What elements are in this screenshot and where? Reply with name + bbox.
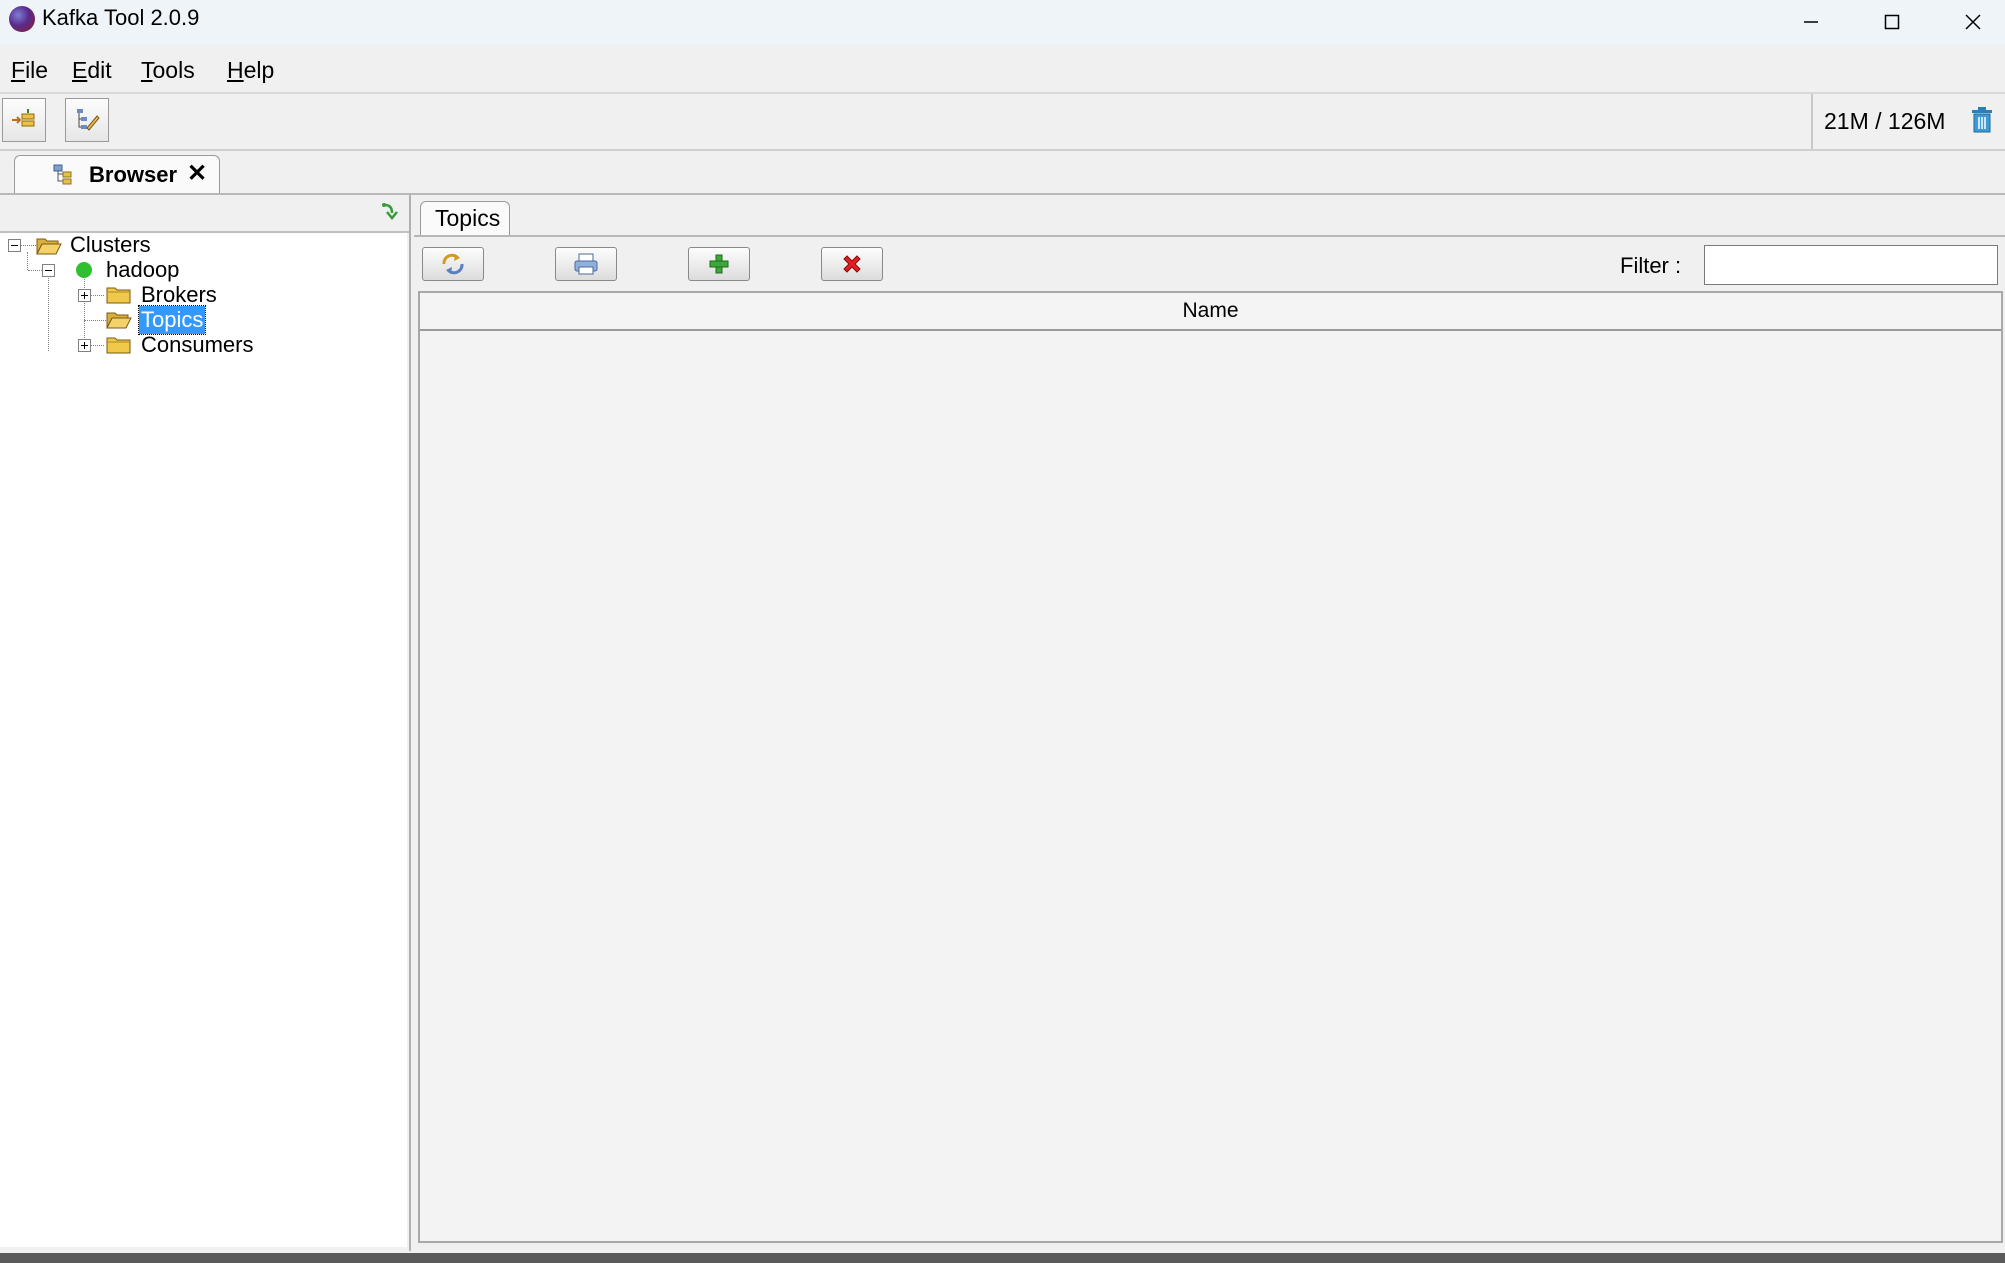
- folder-icon: [106, 287, 131, 304]
- tree-node-consumers[interactable]: Consumers: [141, 331, 253, 359]
- tab-browser-label: Browser: [89, 162, 178, 187]
- title-bar: Kafka Tool 2.0.9: [0, 0, 2005, 44]
- plus-icon: [709, 254, 729, 274]
- memory-usage: 21M / 126M: [1824, 108, 1946, 134]
- add-connection-button[interactable]: [2, 98, 46, 142]
- tree-line: [90, 345, 104, 346]
- browser-tree-icon: [53, 164, 72, 185]
- toolbar-separator: [1811, 94, 1813, 149]
- delete-icon: [843, 255, 861, 273]
- menu-file-label: ile: [25, 57, 49, 83]
- topics-table: Name: [418, 291, 2003, 1243]
- tab-topics[interactable]: Topics: [420, 201, 510, 235]
- tree-node-brokers[interactable]: Brokers: [141, 281, 217, 309]
- tree-edit-icon: [77, 109, 100, 131]
- document-tabs: Browser ✕: [0, 151, 2005, 195]
- cluster-connected-icon: [76, 262, 92, 278]
- collapse-toggle[interactable]: [42, 264, 55, 277]
- edit-settings-button[interactable]: [65, 98, 109, 142]
- delete-topic-button[interactable]: [821, 247, 883, 281]
- menu-tools-mnemonic: T: [141, 57, 153, 83]
- print-button[interactable]: [555, 247, 617, 281]
- tab-close-icon[interactable]: ✕: [187, 160, 207, 188]
- garbage-collect-button[interactable]: [1970, 106, 1994, 139]
- tree-line: [20, 245, 36, 246]
- refresh-button[interactable]: [422, 247, 484, 281]
- collapse-toggle[interactable]: [8, 239, 21, 252]
- close-window-button[interactable]: [1933, 0, 2005, 44]
- folder-open-icon: [106, 312, 132, 329]
- menu-edit[interactable]: Edit: [72, 56, 112, 84]
- cluster-tree: Clusters hadoop Brokers Topics Consumers: [0, 231, 407, 1247]
- bottom-border: [0, 1253, 2005, 1263]
- collapse-tree-icon[interactable]: [380, 201, 402, 223]
- filter-label: Filter :: [1620, 253, 1682, 278]
- cluster-browser-panel: Clusters hadoop Brokers Topics Consumers: [0, 195, 411, 1251]
- tree-header: [0, 195, 409, 233]
- menu-file-mnemonic: F: [11, 57, 26, 83]
- filter-input[interactable]: [1704, 245, 1998, 285]
- tab-topics-label: Topics: [435, 205, 501, 231]
- tab-divider: [414, 235, 2005, 237]
- print-icon: [574, 253, 598, 275]
- minimize-button[interactable]: [1771, 0, 1851, 44]
- menu-tools[interactable]: Tools: [141, 56, 195, 84]
- connect-icon: [12, 109, 35, 127]
- trash-icon: [1972, 107, 1992, 133]
- menu-help[interactable]: Help: [227, 56, 274, 84]
- folder-open-icon: [36, 238, 62, 255]
- tree-line: [90, 295, 104, 296]
- tree-node-clusters[interactable]: Clusters: [70, 231, 151, 259]
- tree-node-cluster[interactable]: hadoop: [106, 256, 179, 284]
- expand-toggle[interactable]: [78, 339, 91, 352]
- menu-edit-mnemonic: E: [72, 57, 88, 83]
- tree-line: [84, 320, 106, 321]
- maximize-icon: [1884, 14, 1900, 30]
- expand-toggle[interactable]: [78, 289, 91, 302]
- menu-edit-label: dit: [87, 57, 112, 83]
- menu-bar: File Edit Tools Help: [0, 44, 2005, 94]
- close-icon: [1965, 14, 1981, 30]
- topics-panel: Topics Filter : Name: [414, 195, 2005, 1251]
- tree-line: [48, 276, 49, 351]
- menu-tools-label: ools: [152, 57, 195, 83]
- menu-help-label: elp: [243, 57, 275, 83]
- main-toolbar: 21M / 126M: [0, 94, 2005, 151]
- window-title: Kafka Tool 2.0.9: [42, 5, 200, 30]
- column-header-name[interactable]: Name: [420, 293, 2001, 331]
- tab-browser[interactable]: Browser ✕: [14, 155, 220, 193]
- tree-node-topics[interactable]: Topics: [137, 305, 207, 335]
- add-topic-button[interactable]: [688, 247, 750, 281]
- folder-icon: [106, 337, 131, 354]
- menu-file[interactable]: File: [11, 56, 48, 84]
- maximize-button[interactable]: [1852, 0, 1932, 44]
- tree-line: [27, 252, 28, 270]
- menu-help-mnemonic: H: [227, 57, 244, 83]
- app-logo-icon: [9, 6, 35, 32]
- minimize-icon: [1804, 21, 1818, 23]
- refresh-icon: [442, 253, 464, 275]
